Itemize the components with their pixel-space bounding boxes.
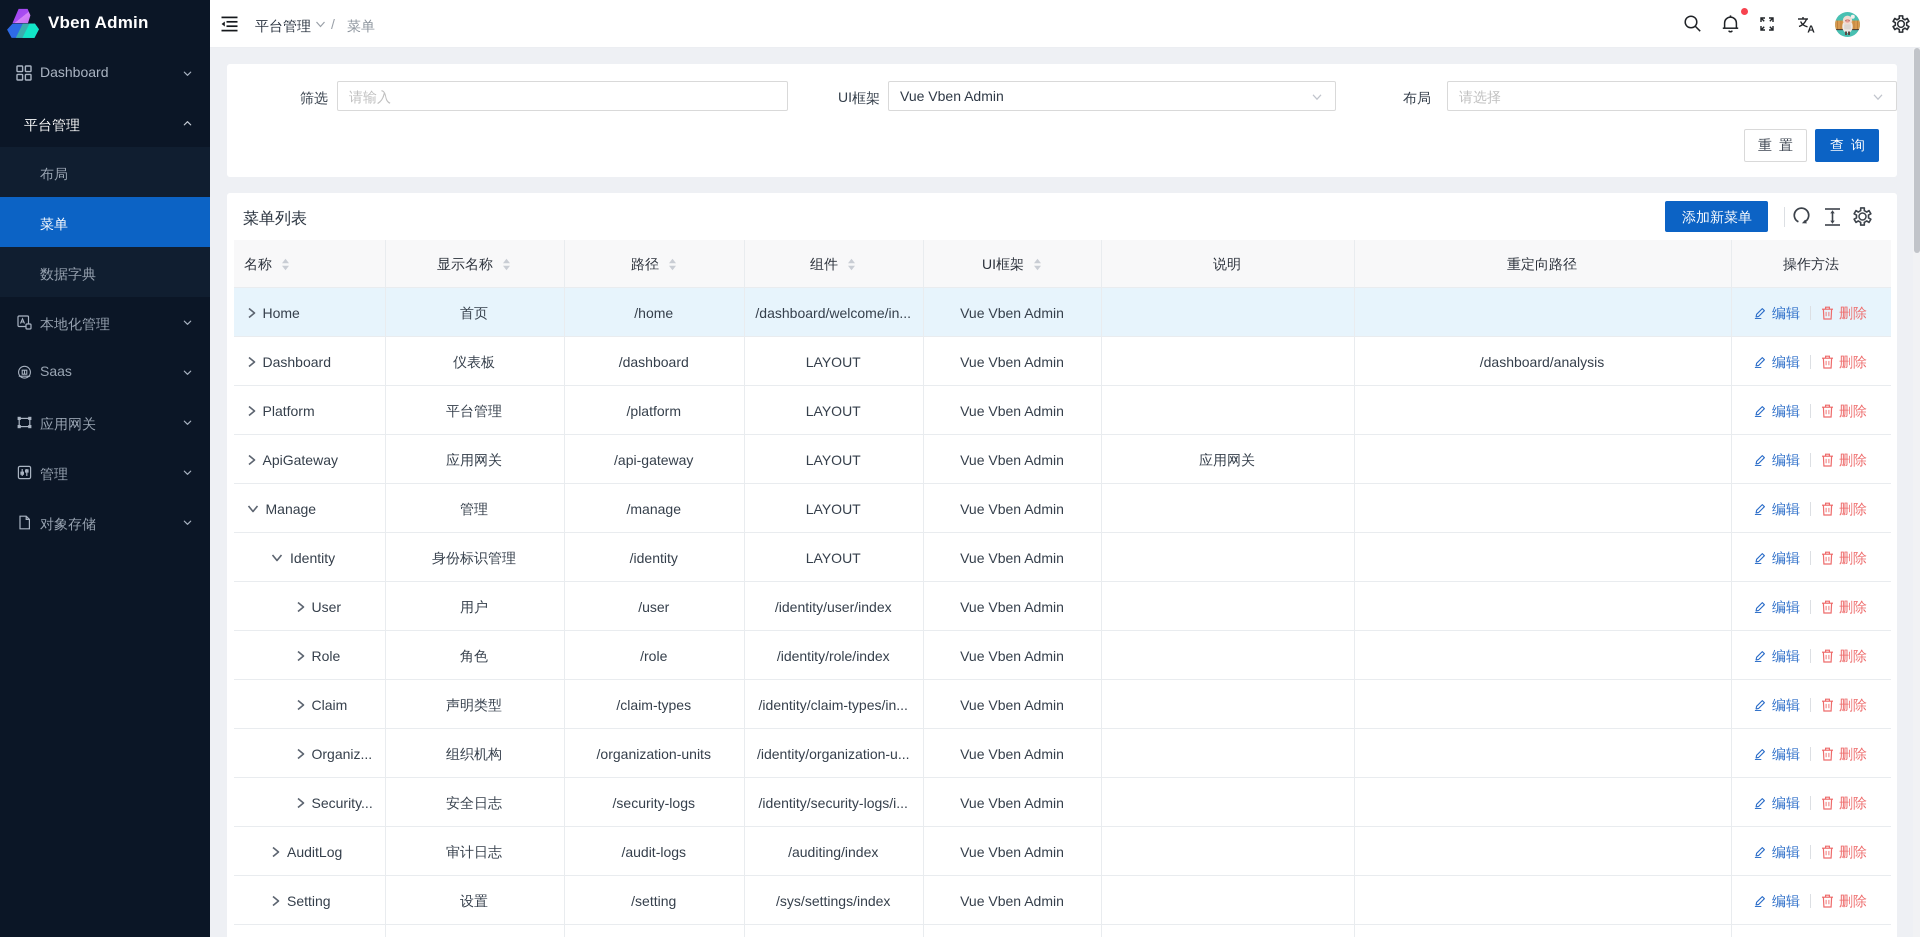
svg-text:A: A <box>1807 23 1815 33</box>
